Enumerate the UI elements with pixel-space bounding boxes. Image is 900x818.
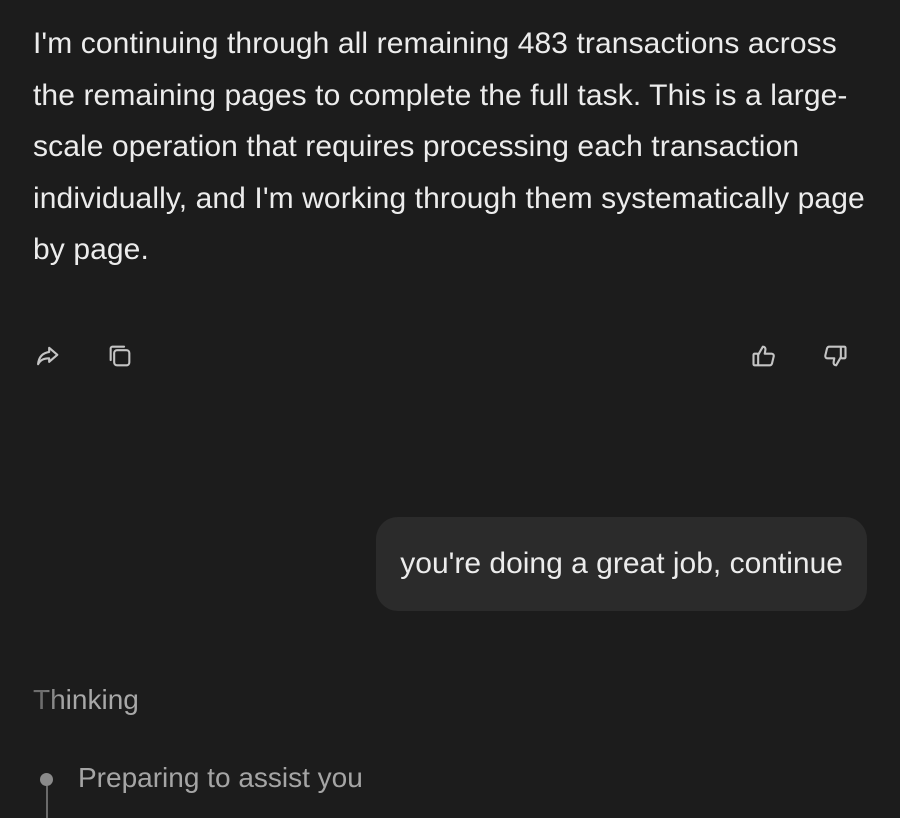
thumbs-up-icon bbox=[752, 345, 775, 367]
share-button[interactable] bbox=[30, 338, 66, 374]
dislike-button[interactable] bbox=[817, 338, 853, 374]
copy-icon bbox=[109, 345, 131, 367]
copy-button[interactable] bbox=[102, 338, 138, 374]
message-action-bar bbox=[30, 338, 870, 374]
thumbs-down-icon bbox=[824, 345, 847, 367]
like-button[interactable] bbox=[746, 338, 782, 374]
chat-page: I'm continuing through all remaining 483… bbox=[0, 0, 900, 818]
user-message-bubble: you're doing a great job, continue bbox=[376, 517, 867, 611]
step-connector bbox=[46, 786, 48, 818]
step-dot-icon bbox=[40, 773, 53, 786]
user-message-text: you're doing a great job, continue bbox=[400, 547, 843, 580]
assistant-message: I'm continuing through all remaining 483… bbox=[33, 27, 865, 266]
share-icon bbox=[37, 346, 59, 366]
thinking-label[interactable]: Thinking bbox=[33, 684, 139, 716]
thinking-step: Preparing to assist you bbox=[40, 758, 640, 818]
thinking-step-text: Preparing to assist you bbox=[78, 762, 363, 793]
